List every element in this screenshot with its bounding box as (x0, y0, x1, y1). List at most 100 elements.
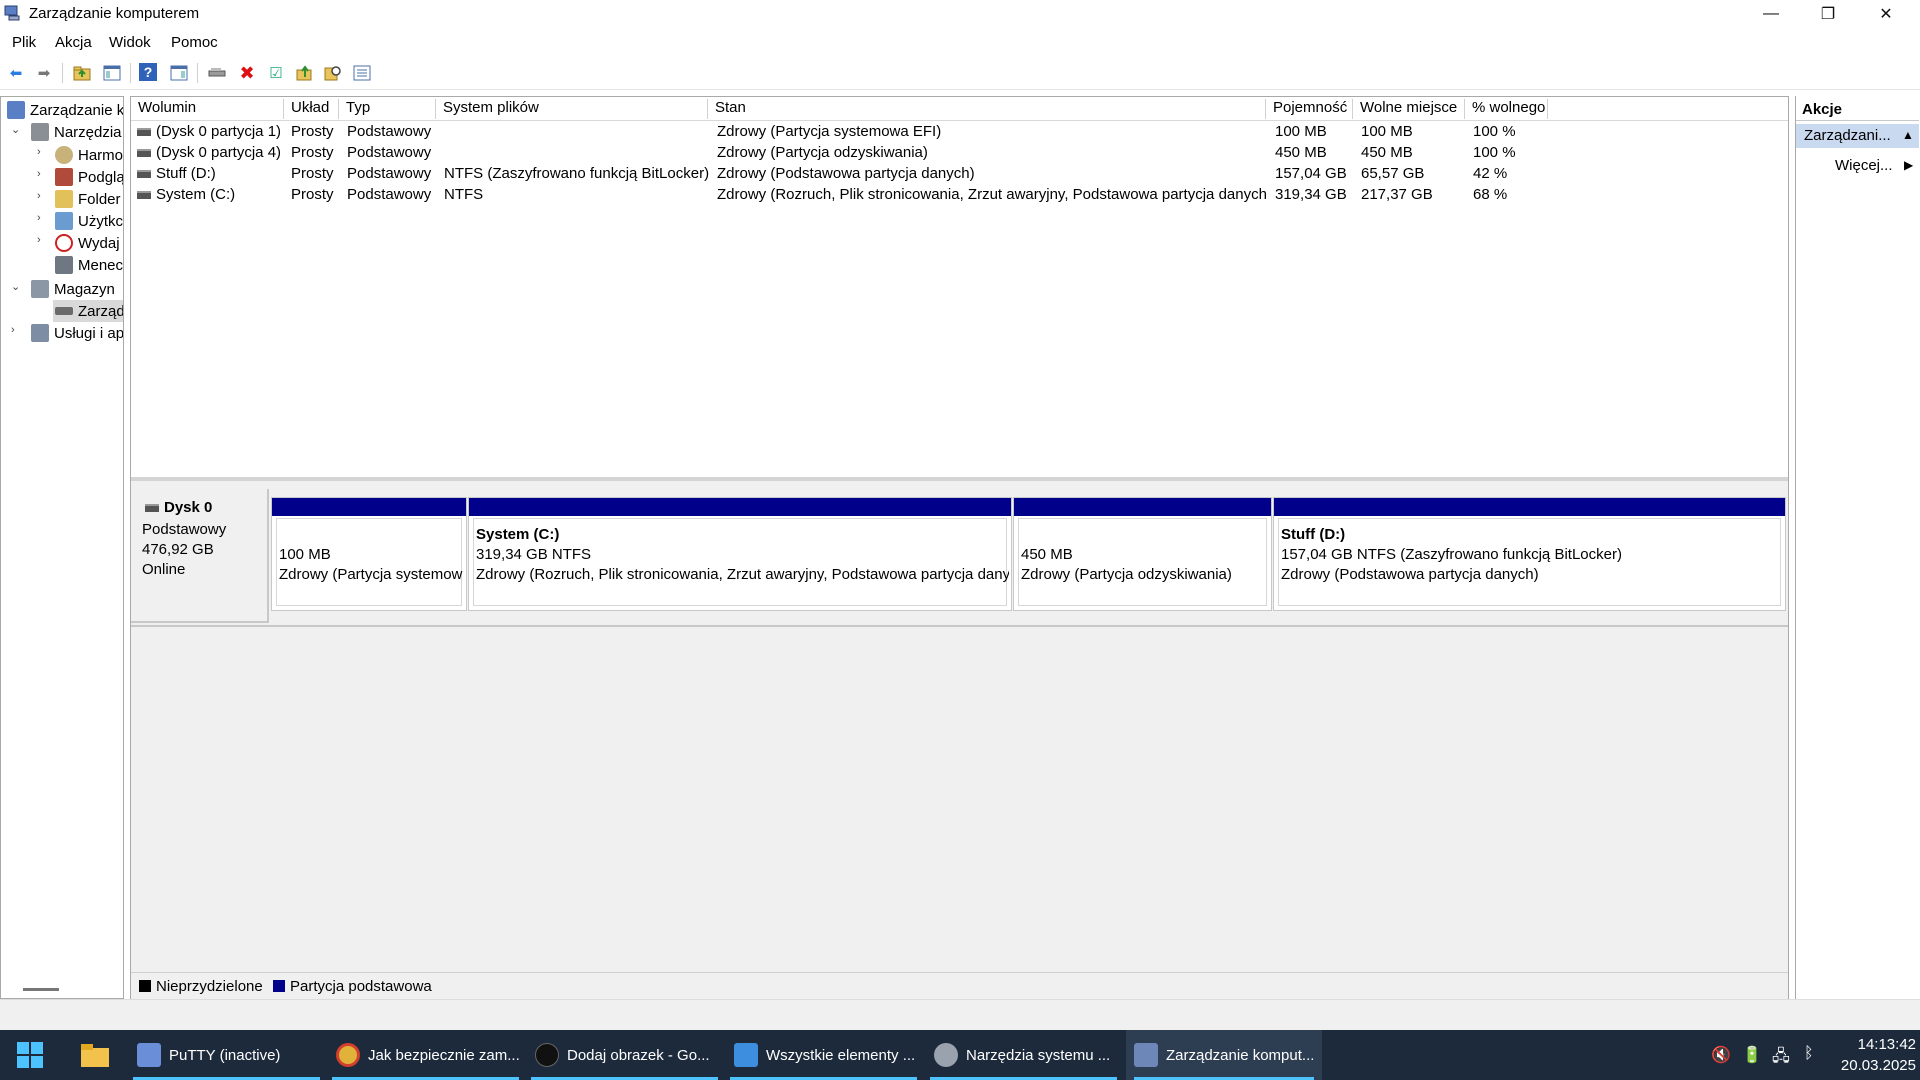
tree-item-task-scheduler[interactable]: Harmo (55, 144, 123, 166)
tree-item-label: Narzędzia (54, 123, 122, 141)
menu-widok[interactable]: Widok (109, 34, 151, 51)
actions-section-label: Zarządzani... (1804, 127, 1891, 144)
up-folder-icon[interactable] (71, 63, 93, 83)
file-explorer-button[interactable] (75, 1030, 115, 1080)
column-header-procent-wolnego[interactable]: % wolnego (1465, 99, 1548, 119)
actions-more-label: Więcej... (1835, 157, 1893, 174)
collapse-icon[interactable]: ▲ (1902, 128, 1914, 142)
partition-stuff-d[interactable]: Stuff (D:) 157,04 GB NTFS (Zaszyfrowano … (1273, 497, 1786, 611)
taskbar-item-computer-management[interactable]: Zarządzanie komput... (1126, 1030, 1322, 1080)
cell-procent-wolnego: 100 % (1473, 144, 1516, 161)
volume-muted-icon[interactable]: 🔇 (1711, 1045, 1731, 1065)
taskbar-item-admin-tools[interactable]: Narzędzia systemu ... (930, 1030, 1117, 1080)
disk-management-panel: Wolumin Układ Typ System plików Stan Poj… (130, 96, 1789, 1002)
tree-horizontal-scrollbar[interactable] (23, 988, 59, 991)
cell-stan: Zdrowy (Partycja odzyskiwania) (717, 144, 928, 161)
collapse-icon[interactable]: ⌄ (11, 280, 20, 293)
event-viewer-icon (55, 168, 73, 186)
tree-item-services[interactable]: Usługi i ap (31, 322, 124, 344)
actions-section-disk-management[interactable]: Zarządzani... ▲ (1796, 124, 1919, 148)
tree-item-label: Zarządzanie k (30, 101, 124, 119)
column-header-wolumin[interactable]: Wolumin (131, 99, 284, 119)
column-header-wolne-miejsce[interactable]: Wolne miejsce (1353, 99, 1465, 119)
volume-icon (137, 149, 151, 158)
volume-icon (137, 128, 151, 137)
expand-icon[interactable]: › (37, 168, 41, 180)
taskbar-item-chrome[interactable]: Jak bezpiecznie zam... (332, 1030, 520, 1080)
disk-icon[interactable] (206, 63, 228, 83)
partition-bar (1014, 498, 1271, 516)
partition-status: Zdrowy (Rozruch, Plik stronicowania, Zrz… (476, 566, 1009, 583)
cell-wolne-miejsce: 217,37 GB (1361, 186, 1433, 203)
window-title: Zarządzanie komputerem (29, 5, 200, 22)
collapse-icon[interactable]: ⌄ (11, 123, 20, 136)
toolbar-separator (130, 63, 131, 83)
forward-icon[interactable]: ➡ (33, 63, 55, 83)
tree-item-storage[interactable]: Magazyn (31, 278, 115, 300)
cell-procent-wolnego: 100 % (1473, 123, 1516, 140)
tree-item-computer-management[interactable]: Zarządzanie k (7, 99, 124, 121)
maximize-button[interactable]: ❐ (1800, 0, 1856, 28)
performance-icon (55, 234, 73, 252)
cell-pojemnosc: 100 MB (1275, 123, 1327, 140)
menu-akcja[interactable]: Akcja (55, 34, 92, 51)
computer-management-icon (7, 101, 25, 119)
taskbar-item-putty[interactable]: PuTTY (inactive) (133, 1030, 320, 1080)
column-header-stan[interactable]: Stan (708, 99, 1266, 119)
delete-icon[interactable]: ✖ (236, 63, 258, 83)
back-icon[interactable]: ⬅ (5, 63, 27, 83)
column-header-typ[interactable]: Typ (339, 99, 436, 119)
partition-status: Zdrowy (Partycja odzyskiwania) (1021, 566, 1232, 583)
column-header-system-plikow[interactable]: System plików (436, 99, 708, 119)
help-icon[interactable]: ? (139, 63, 157, 81)
tree-item-performance[interactable]: Wydaj (55, 232, 120, 254)
export-icon[interactable] (294, 63, 316, 83)
expand-icon[interactable]: › (11, 324, 15, 336)
bluetooth-icon[interactable]: ᛒ (1804, 1045, 1814, 1063)
battery-icon[interactable]: 🔋 (1742, 1045, 1762, 1065)
column-header-uklad[interactable]: Układ (284, 99, 339, 119)
minimize-button[interactable]: — (1743, 0, 1799, 28)
device-manager-icon (55, 256, 73, 274)
taskbar-item-chatgpt[interactable]: Dodaj obrazek - Go... (531, 1030, 718, 1080)
partition-bar (1274, 498, 1785, 516)
column-header-pojemnosc[interactable]: Pojemność (1266, 99, 1353, 119)
expand-icon[interactable]: › (37, 234, 41, 246)
properties-icon[interactable]: ☑ (265, 63, 287, 83)
clock[interactable]: 14:13:42 20.03.2025 (1818, 1034, 1916, 1076)
tree-item-users[interactable]: Użytkc (55, 210, 123, 232)
taskbar-item-control-panel[interactable]: Wszystkie elementy ... (730, 1030, 917, 1080)
cell-pojemnosc: 319,34 GB (1275, 186, 1347, 203)
cell-pojemnosc: 450 MB (1275, 144, 1327, 161)
search-icon[interactable] (322, 63, 344, 83)
show-hide-tree-icon[interactable] (101, 63, 123, 83)
chrome-icon (336, 1043, 360, 1067)
close-button[interactable]: ✕ (1858, 0, 1914, 28)
partition-recovery[interactable]: 450 MB Zdrowy (Partycja odzyskiwania) (1013, 497, 1272, 611)
tree-item-system-tools[interactable]: Narzędzia (31, 121, 122, 143)
cell-stan: Zdrowy (Podstawowa partycja danych) (717, 165, 975, 182)
menu-plik[interactable]: Plik (12, 34, 36, 51)
expand-icon[interactable]: › (37, 146, 41, 158)
cell-wolne-miejsce: 65,57 GB (1361, 165, 1425, 182)
expand-icon[interactable]: › (37, 212, 41, 224)
tree-item-device-manager[interactable]: Menec (55, 254, 123, 276)
tree-item-disk-management[interactable]: Zarząd (53, 300, 123, 322)
tree-item-shared-folders[interactable]: Folder (55, 188, 121, 210)
disk-info-box[interactable]: Dysk 0 Podstawowy 476,92 GB Online (131, 489, 269, 623)
tree-item-event-viewer[interactable]: Podglą (55, 166, 123, 188)
network-icon[interactable]: 🖧 (1772, 1045, 1790, 1072)
actions-more-item[interactable]: Więcej... ▶ (1796, 154, 1919, 178)
tree-item-label: Usługi i ap (54, 324, 124, 342)
cell-wolne-miejsce: 450 MB (1361, 144, 1413, 161)
menu-pomoc[interactable]: Pomoc (171, 34, 218, 51)
start-button[interactable] (10, 1030, 50, 1080)
computer-management-icon (1134, 1043, 1158, 1067)
list-icon[interactable] (351, 63, 373, 83)
partition-efi[interactable]: 100 MB Zdrowy (Partycja systemow (271, 497, 467, 611)
expand-icon[interactable]: › (37, 190, 41, 202)
show-hide-action-icon[interactable] (168, 63, 190, 83)
cell-stan: Zdrowy (Partycja systemowa EFI) (717, 123, 942, 140)
disk-status: Online (142, 561, 186, 578)
partition-system-c[interactable]: System (C:) 319,34 GB NTFS Zdrowy (Rozru… (468, 497, 1012, 611)
